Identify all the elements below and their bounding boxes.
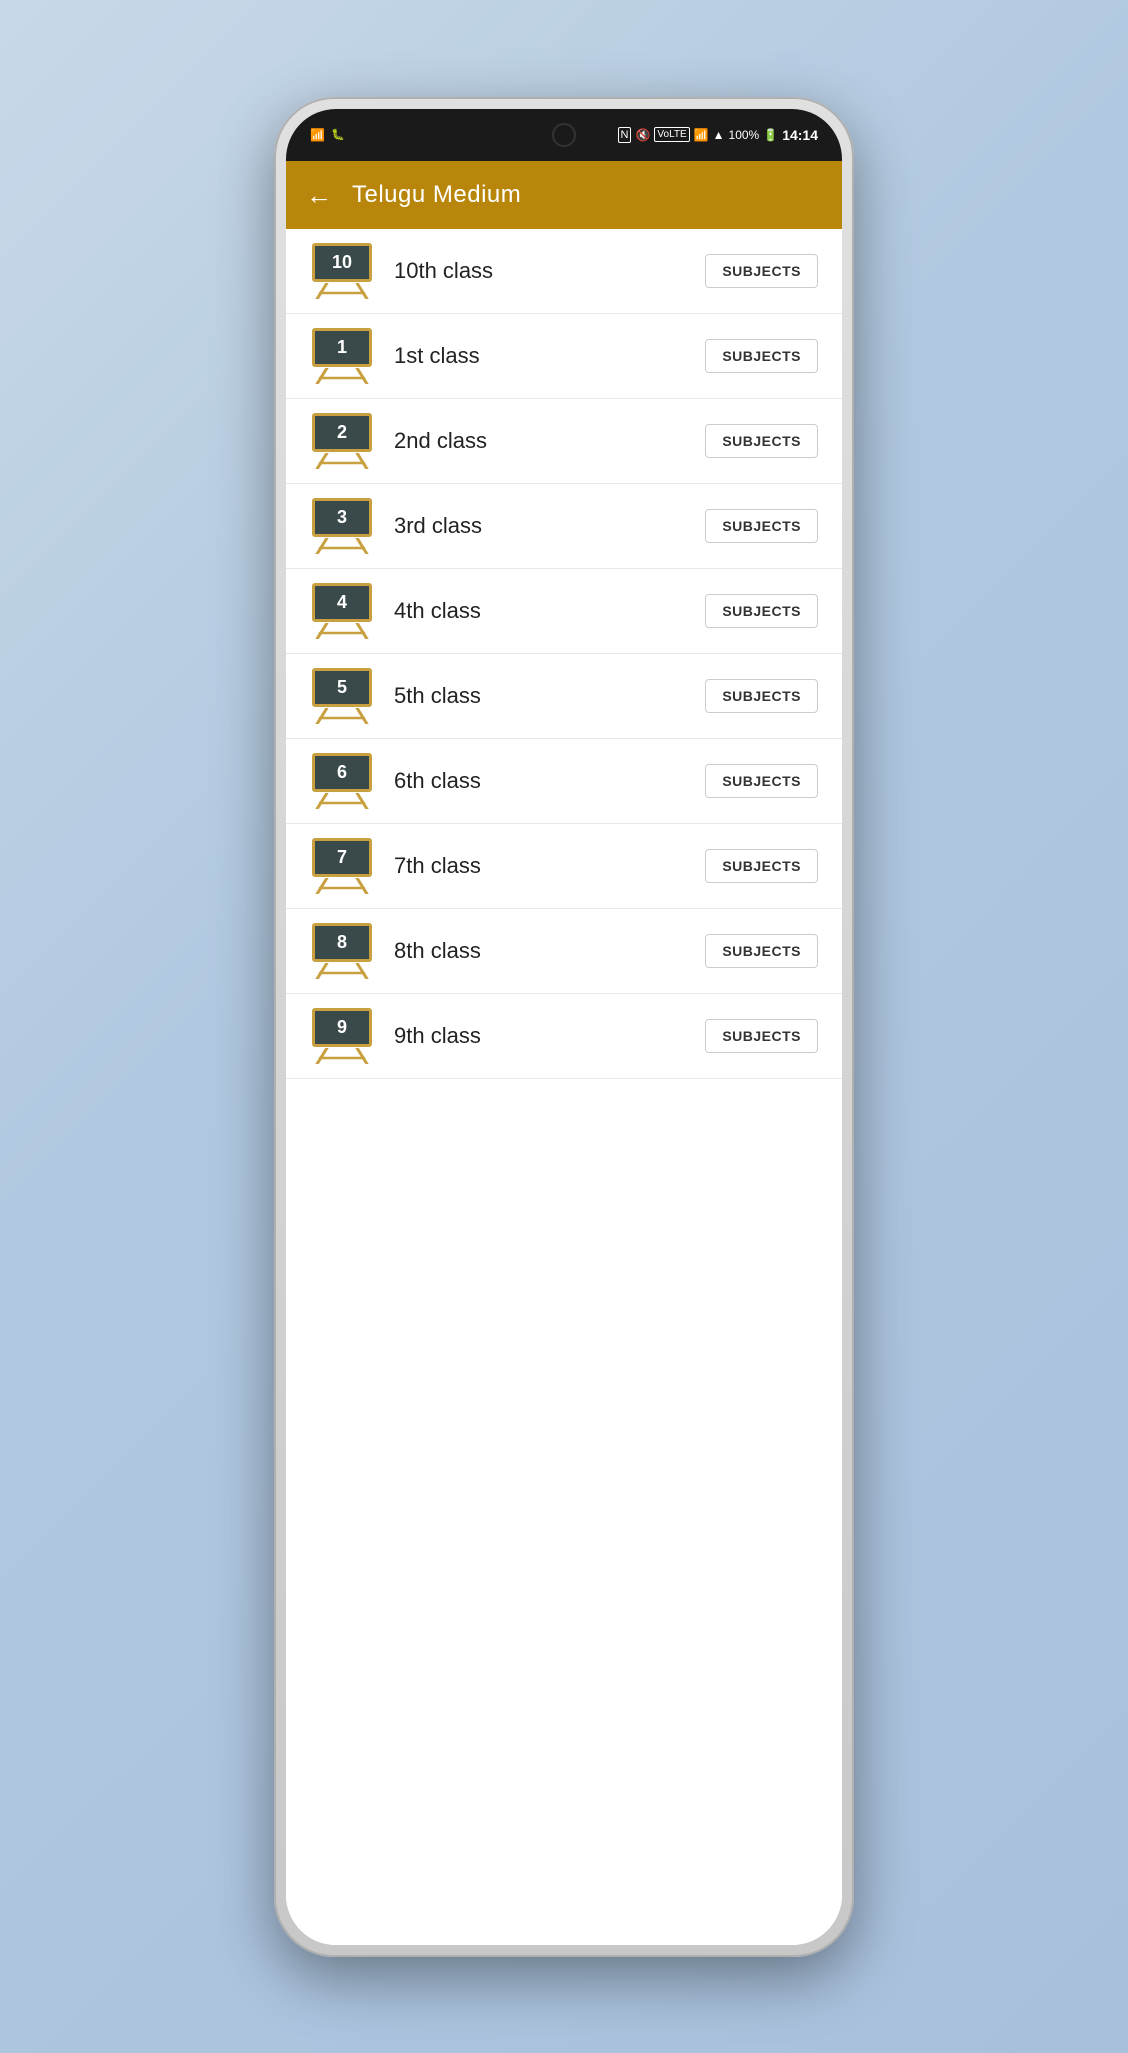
chalkboard-icon: 10 <box>310 243 374 299</box>
subjects-button[interactable]: SUBJECTS <box>705 849 818 883</box>
bug-icon: 🐛 <box>331 128 345 141</box>
board-number: 7 <box>337 847 347 868</box>
subjects-button[interactable]: SUBJECTS <box>705 509 818 543</box>
status-bar-left: 📶 🐛 <box>310 128 345 142</box>
chalkboard-icon: 7 <box>310 838 374 894</box>
board-legs <box>310 368 374 384</box>
camera-area <box>552 123 576 147</box>
list-item: 2 2nd class SUBJECTS <box>286 399 842 484</box>
board-number: 1 <box>337 337 347 358</box>
list-item: 3 3rd class SUBJECTS <box>286 484 842 569</box>
board-legs <box>310 453 374 469</box>
list-item: 8 8th class SUBJECTS <box>286 909 842 994</box>
chalkboard-icon: 9 <box>310 1008 374 1064</box>
list-item: 10 10th class SUBJECTS <box>286 229 842 314</box>
list-item: 7 7th class SUBJECTS <box>286 824 842 909</box>
board-rect: 8 <box>312 923 372 962</box>
board-number: 9 <box>337 1017 347 1038</box>
phone-frame: 📶 🐛 N 🔇 VoLTE 📶 ▲ 100% 🔋 14:14 ← Telugu … <box>274 97 854 1957</box>
board-number: 4 <box>337 592 347 613</box>
board-rect: 2 <box>312 413 372 452</box>
battery-icon: 🔋 <box>763 128 778 142</box>
board-number: 2 <box>337 422 347 443</box>
back-button[interactable]: ← <box>306 182 332 208</box>
board-legs <box>310 793 374 809</box>
board-rect: 7 <box>312 838 372 877</box>
board-legs <box>310 623 374 639</box>
status-bar: 📶 🐛 N 🔇 VoLTE 📶 ▲ 100% 🔋 14:14 <box>286 109 842 161</box>
nfc-icon: N <box>618 127 632 143</box>
class-label: 9th class <box>394 1023 685 1049</box>
subjects-button[interactable]: SUBJECTS <box>705 424 818 458</box>
board-number: 8 <box>337 932 347 953</box>
status-time: 14:14 <box>782 127 818 143</box>
class-label: 7th class <box>394 853 685 879</box>
chalkboard-icon: 1 <box>310 328 374 384</box>
list-item: 4 4th class SUBJECTS <box>286 569 842 654</box>
chalkboard-icon: 5 <box>310 668 374 724</box>
list-item: 9 9th class SUBJECTS <box>286 994 842 1079</box>
volte-icon: VoLTE <box>654 127 689 142</box>
chalkboard-icon: 8 <box>310 923 374 979</box>
subjects-button[interactable]: SUBJECTS <box>705 594 818 628</box>
battery-level: 100% <box>729 128 760 142</box>
class-list: 10 10th class SUBJECTS <box>286 229 842 1945</box>
board-number: 3 <box>337 507 347 528</box>
board-legs <box>310 1048 374 1064</box>
class-label: 6th class <box>394 768 685 794</box>
board-legs <box>310 283 374 299</box>
class-label: 1st class <box>394 343 685 369</box>
class-label: 8th class <box>394 938 685 964</box>
subjects-button[interactable]: SUBJECTS <box>705 679 818 713</box>
board-legs <box>310 878 374 894</box>
phone-screen: 📶 🐛 N 🔇 VoLTE 📶 ▲ 100% 🔋 14:14 ← Telugu … <box>286 109 842 1945</box>
board-number: 6 <box>337 762 347 783</box>
subjects-button[interactable]: SUBJECTS <box>705 254 818 288</box>
chalkboard-icon: 4 <box>310 583 374 639</box>
class-label: 2nd class <box>394 428 685 454</box>
class-label: 3rd class <box>394 513 685 539</box>
chalkboard-icon: 2 <box>310 413 374 469</box>
board-legs <box>310 708 374 724</box>
board-number: 10 <box>332 252 352 273</box>
board-rect: 6 <box>312 753 372 792</box>
subjects-button[interactable]: SUBJECTS <box>705 1019 818 1053</box>
board-rect: 4 <box>312 583 372 622</box>
chalkboard-icon: 6 <box>310 753 374 809</box>
board-rect: 1 <box>312 328 372 367</box>
board-legs <box>310 963 374 979</box>
board-rect: 10 <box>312 243 372 282</box>
subjects-button[interactable]: SUBJECTS <box>705 339 818 373</box>
board-rect: 5 <box>312 668 372 707</box>
front-camera <box>552 123 576 147</box>
class-label: 4th class <box>394 598 685 624</box>
subjects-button[interactable]: SUBJECTS <box>705 934 818 968</box>
wifi-icon: 📶 <box>694 128 709 142</box>
board-legs <box>310 538 374 554</box>
signal-icon: ▲ <box>713 128 725 142</box>
board-rect: 9 <box>312 1008 372 1047</box>
list-item: 6 6th class SUBJECTS <box>286 739 842 824</box>
class-label: 10th class <box>394 258 685 284</box>
board-number: 5 <box>337 677 347 698</box>
top-bar: ← Telugu Medium <box>286 161 842 229</box>
subjects-button[interactable]: SUBJECTS <box>705 764 818 798</box>
page-title: Telugu Medium <box>352 181 521 209</box>
status-bar-right: N 🔇 VoLTE 📶 ▲ 100% 🔋 14:14 <box>618 127 819 143</box>
mute-icon: 🔇 <box>635 128 650 142</box>
list-item: 5 5th class SUBJECTS <box>286 654 842 739</box>
class-label: 5th class <box>394 683 685 709</box>
chalkboard-icon: 3 <box>310 498 374 554</box>
board-rect: 3 <box>312 498 372 537</box>
list-item: 1 1st class SUBJECTS <box>286 314 842 399</box>
wifi-calling-icon: 📶 <box>310 128 325 142</box>
